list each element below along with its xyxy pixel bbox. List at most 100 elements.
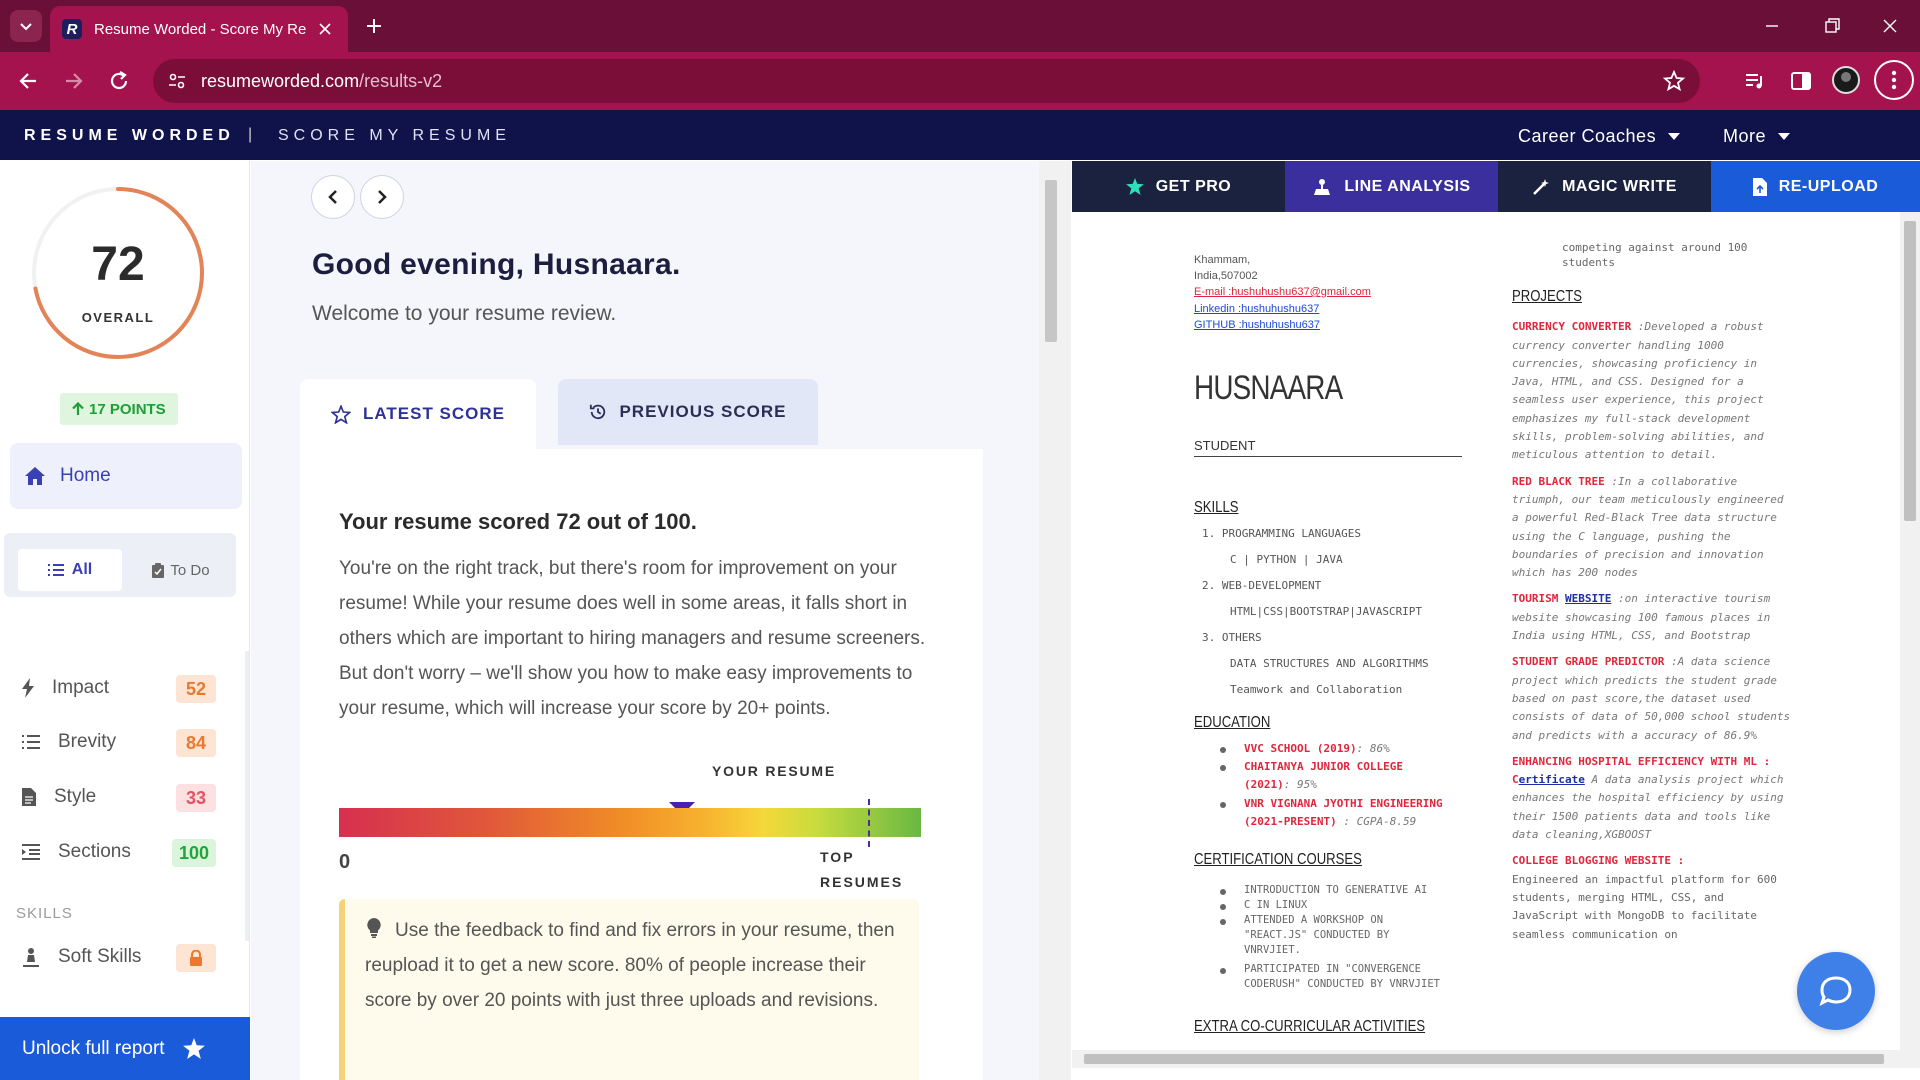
tab-previous-score[interactable]: PREVIOUS SCORE [558,379,818,445]
unlock-full-report-button[interactable]: Unlock full report [0,1017,250,1080]
brand-subtitle: SCORE MY RESUME [278,127,511,144]
resume-project-link[interactable]: WEBSITE [1565,592,1611,605]
resume-skills-heading: SKILLS [1194,499,1239,516]
category-label: Impact [52,677,110,698]
list-icon [47,564,64,576]
filter-all-label: All [71,561,93,578]
resume-email-link[interactable]: E-mail :hushuhushu637@gmail.com [1194,286,1371,298]
line-analysis-tab[interactable]: LINE ANALYSIS [1285,161,1498,212]
tip-callout: Use the feedback to find and fix errors … [339,899,919,1080]
main-scrollbar-thumb[interactable] [1045,180,1057,342]
resume-right-column: competing against around 100 students PR… [1512,241,1792,952]
previous-page-button[interactable] [311,175,355,219]
nav-more[interactable]: More [1723,126,1791,147]
resume-linkedin-link[interactable]: Linkedin :hushuhushu637 [1194,303,1319,315]
resume-skill-detail: C | PYTHON | JAVA [1230,553,1343,566]
your-resume-label: YOUR RESUME [712,763,837,779]
resume-skill-item: 3. OTHERS [1202,631,1262,644]
next-page-button[interactable] [360,175,404,219]
resume-project: RED BLACK TREE :In a collaborative trium… [1512,474,1784,580]
restore-icon[interactable] [1820,14,1844,38]
get-pro-tab[interactable]: GET PRO [1072,161,1285,212]
clipboard-icon [152,562,165,578]
lock-icon [190,950,202,966]
resume-education-item: VNR VIGNANA JYOTHI ENGINEERING (2021-PRE… [1244,797,1443,828]
reload-icon[interactable] [106,68,132,94]
points-badge-text: 17 POINTS [89,400,166,418]
brand-separator: | [248,126,253,143]
greeting-heading: Good evening, Husnaara. [312,248,681,281]
tab-search-button[interactable] [10,10,42,42]
resume-address-line2: India,507002 [1194,270,1258,282]
top-resumes-label: TOP RESUMES [820,845,903,895]
address-bar[interactable]: resumeworded.com/results-v2 [153,59,1700,103]
minimize-icon[interactable] [1760,14,1784,38]
new-tab-icon[interactable] [362,14,386,38]
overall-label: OVERALL [81,310,155,325]
resume-project-link[interactable]: ertificate [1519,773,1585,786]
sidebar-scrollbar[interactable] [245,651,249,941]
sidebar-item-brevity[interactable]: Brevity 84 [0,722,232,762]
resume-extra-heading: EXTRA CO-CURRICULAR ACTIVITIES [1194,1018,1426,1035]
browser-menu-button[interactable] [1874,60,1914,100]
resume-scrollbar-thumb[interactable] [1904,221,1916,521]
analysis-icon [1314,178,1331,195]
unlock-label: Unlock full report [22,1037,165,1059]
favicon-icon: R [62,19,82,39]
bullet [1220,802,1226,808]
forward-arrow-icon[interactable] [60,68,86,94]
chat-support-button[interactable] [1797,952,1875,1030]
bookmark-star-icon[interactable] [1662,69,1686,93]
window-close-icon[interactable] [1878,14,1902,38]
score-sidebar: 72 OVERALL 17 POINTS Home All To Do Impa… [0,161,250,1080]
category-label: Sections [58,841,131,862]
bar-min-label: 0 [339,851,351,873]
nav-career-coaches[interactable]: Career Coaches [1518,126,1681,147]
brand-logo[interactable]: RESUME WORDED [24,127,235,145]
sidebar-item-style[interactable]: Style 33 [0,777,232,817]
profile-avatar[interactable] [1832,66,1860,94]
top-resumes-threshold [868,799,870,847]
sidebar-item-home[interactable]: Home [10,443,242,509]
filter-todo-button[interactable]: To Do [136,549,226,591]
sidebar-item-sections[interactable]: Sections 100 [0,832,232,872]
bullet [1220,919,1226,925]
filter-all-button[interactable]: All [18,549,122,591]
sidebar-item-soft-skills[interactable]: Soft Skills [0,937,232,977]
bullet [1220,747,1226,753]
category-score-badge: 84 [176,729,216,757]
resume-project: COLLEGE BLOGGING WEBSITE : Engineered an … [1512,854,1777,941]
tab-latest-score[interactable]: LATEST SCORE [300,379,536,449]
tab-latest-label: LATEST SCORE [362,404,506,423]
tab-title: Resume Worded - Score My Re [94,20,307,38]
site-info-icon[interactable] [167,71,187,91]
kebab-menu-icon [1891,70,1897,90]
get-pro-label: GET PRO [1155,177,1232,195]
sidebar-item-impact[interactable]: Impact 52 [0,668,232,708]
media-playlist-icon[interactable] [1742,68,1768,94]
resume-document: Khammam, India,507002 E-mail :hushuhushu… [1072,212,1900,1050]
resume-address-line1: Khammam, [1194,254,1251,266]
file-upload-icon [1752,177,1767,196]
url-text: resumeworded.com/results-v2 [201,70,443,91]
close-icon[interactable] [318,22,332,36]
resume-github-link[interactable]: GITHUB :hushuhushu637 [1194,319,1320,331]
resume-education-heading: EDUCATION [1194,714,1271,731]
bullet [1220,889,1226,895]
chevron-left-icon [328,190,337,204]
side-panel-icon[interactable] [1788,68,1814,94]
line-analysis-label: LINE ANALYSIS [1344,177,1471,195]
bullet [1220,968,1226,974]
back-arrow-icon[interactable] [16,68,42,94]
resume-hscrollbar-thumb[interactable] [1084,1054,1884,1064]
resume-projects-heading: PROJECTS [1512,288,1582,305]
chat-bubble-icon [1819,976,1852,1006]
home-icon [25,467,45,485]
magic-write-tab[interactable]: MAGIC WRITE [1498,161,1711,212]
resume-skill-item: 1. PROGRAMMING LANGUAGES [1202,527,1361,540]
active-browser-tab[interactable]: R Resume Worded - Score My Re [50,6,348,52]
star-outline-icon [330,404,351,424]
resume-certification-item: PARTICIPATED IN "CONVERGENCE CODERUSH" C… [1244,963,1440,990]
resume-certification-item: C IN LINUX [1244,899,1308,911]
re-upload-tab[interactable]: RE-UPLOAD [1711,161,1920,212]
